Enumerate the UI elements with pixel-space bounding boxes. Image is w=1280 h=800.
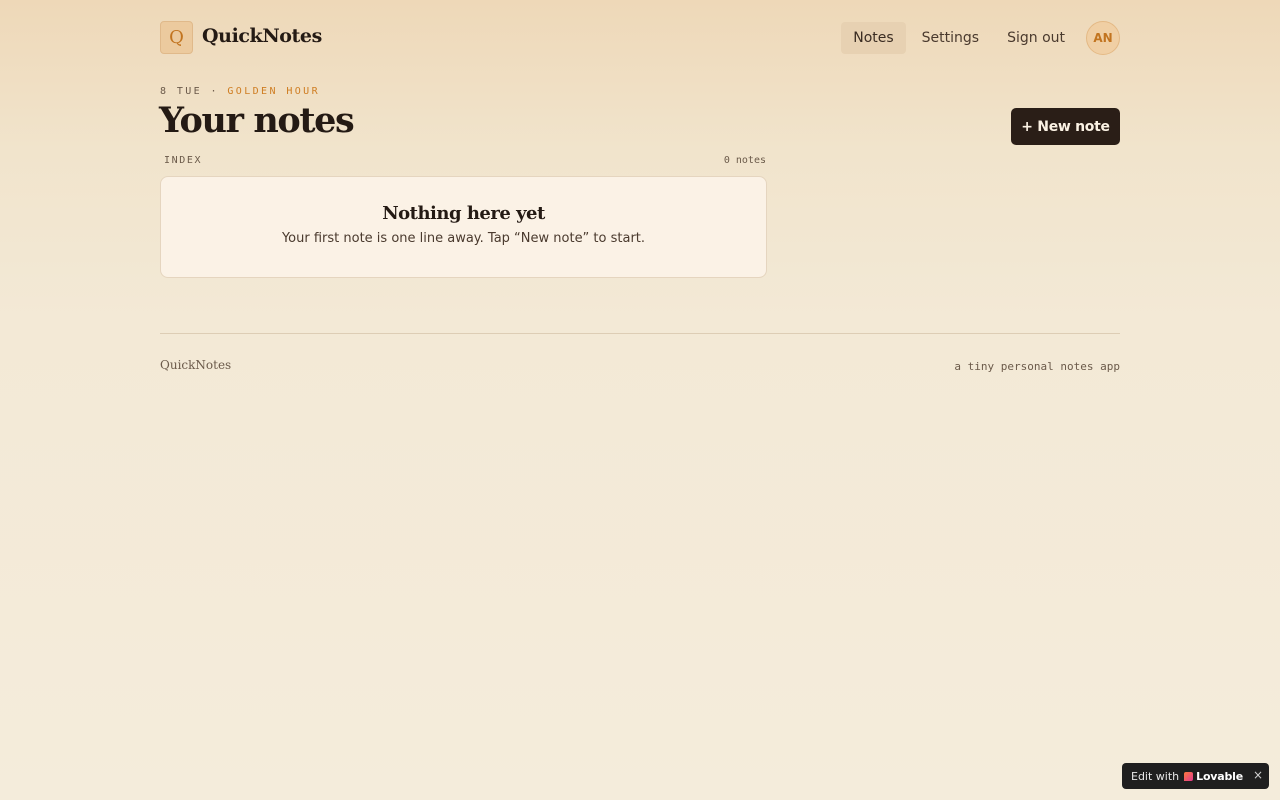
footer-divider [160, 333, 1120, 334]
brand-name[interactable]: QuickNotes [202, 25, 322, 47]
index-header: INDEX 0 notes [164, 155, 766, 166]
badge-prefix: Edit with [1131, 769, 1180, 783]
empty-state-title: Nothing here yet [382, 203, 545, 224]
nav-sign-out[interactable]: Sign out [995, 22, 1077, 54]
empty-state-card: Nothing here yet Your first note is one … [160, 176, 767, 278]
footer-brand: QuickNotes [160, 358, 232, 372]
nav-notes[interactable]: Notes [841, 22, 906, 54]
edit-with-lovable-badge[interactable]: Edit with Lovable × [1122, 763, 1269, 789]
new-note-button[interactable]: + New note [1011, 108, 1120, 145]
main-nav: Notes Settings Sign out AN [841, 21, 1120, 55]
avatar[interactable]: AN [1086, 21, 1120, 55]
date-eyebrow: 8 TUE · GOLDEN HOUR [160, 86, 320, 97]
footer-tagline: a tiny personal notes app [954, 360, 1120, 373]
eyebrow-time-of-day: GOLDEN HOUR [227, 86, 321, 97]
badge-brand: Lovable [1196, 769, 1244, 783]
empty-state-subtitle: Your first note is one line away. Tap “N… [281, 231, 646, 246]
index-label: INDEX [164, 155, 203, 166]
top-bar: Q QuickNotes Notes Settings Sign out AN [160, 21, 1120, 55]
nav-settings[interactable]: Settings [910, 22, 991, 54]
notes-count: 0 notes [723, 155, 766, 166]
close-icon[interactable]: × [1253, 768, 1263, 782]
logo-icon[interactable]: Q [160, 21, 193, 54]
page-title: Your notes [159, 100, 355, 141]
eyebrow-date: 8 TUE · [160, 86, 219, 97]
lovable-heart-icon [1184, 771, 1194, 781]
